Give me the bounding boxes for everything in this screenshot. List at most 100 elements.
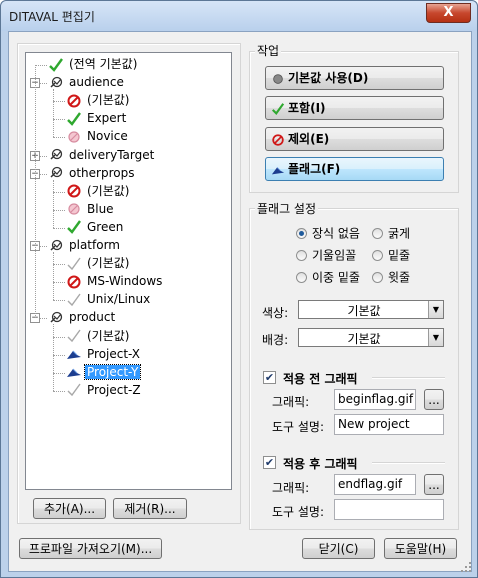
tree-item-label: (전역 기본값) [69,57,138,71]
radio-label: 이중 밑줄 [312,270,360,285]
color-combo[interactable]: 기본값 ▼ [298,300,444,319]
before-graphic-input[interactable]: beginflag.gif [334,389,416,410]
tree-connector [53,300,65,302]
tree-leaf[interactable]: Novice [66,128,130,145]
tree-item-label: Unix/Linux [87,292,151,307]
color-combo-value: 기본값 [347,304,381,318]
tree-node[interactable]: product [48,309,117,326]
radio-label: 밑줄 [388,248,411,263]
check-faded-icon [66,292,82,308]
tree-item-label: Project-X [87,346,141,361]
exclude-faded-icon [66,201,82,217]
check-faded-icon [66,256,82,272]
import-profile-button[interactable]: 프로파일 가져오기(M)... [19,538,162,559]
window-title: DITAVAL 편집기 [9,10,95,24]
help-button[interactable]: 도움말(H) [384,538,457,559]
tree-connector [53,191,65,193]
remove-button[interactable]: 제거(R)... [113,498,187,519]
chevron-down-icon[interactable]: ▼ [428,329,443,346]
tree-leaf[interactable]: Unix/Linux [66,291,152,308]
default-dot-icon [271,71,285,85]
tree-leaf[interactable]: (기본값) [66,255,131,272]
tree-leaf[interactable]: (기본값) [66,92,131,109]
radio-circle-icon[interactable] [372,250,383,261]
before-browse-button[interactable]: ... [424,389,444,410]
after-separator [372,462,445,464]
background-combo-value: 기본값 [347,332,381,346]
tree-leaf[interactable]: Blue [66,201,116,218]
after-graphic-input[interactable]: endflag.gif [334,474,416,495]
tree-leaf[interactable]: Project-Z [66,382,143,399]
tree-connector [53,101,65,103]
tree-leaf[interactable]: (기본값) [66,328,131,345]
style-radio-option[interactable]: 윗줄 [372,269,410,285]
radio-circle-icon[interactable] [296,228,307,239]
tree-node[interactable]: audience [48,74,126,91]
style-radio-option[interactable]: 굵게 [372,225,410,241]
before-tooltip-label: 도구 설명: [272,420,325,434]
after-tooltip-input[interactable] [334,499,444,520]
tree-item-label: audience [69,75,124,90]
tree-connector [53,137,65,139]
include-button[interactable]: 포함(I) [265,96,444,120]
after-graphic-label: 적용 후 그래픽 [283,457,358,471]
background-combo[interactable]: 기본값 ▼ [298,328,444,347]
exclude-icon [66,93,82,109]
exclude-button[interactable]: 제외(E) [265,127,444,151]
before-tooltip-input[interactable]: New project [334,414,444,435]
tree-item-label: Expert [87,111,127,126]
add-button[interactable]: 추가(A)... [33,498,106,519]
color-label: 색상: [262,306,289,320]
resize-grip-icon[interactable] [461,562,471,572]
check-icon [66,111,82,127]
tree-item-label: Blue [87,201,114,216]
profile-tree[interactable]: (전역 기본값) audience − (기본값) Expert Novice delive… [25,52,232,490]
title-bar[interactable]: DITAVAL 편집기 X [1,1,477,31]
background-label: 배경: [262,333,289,347]
group-icon [48,310,64,326]
flag-button[interactable]: 플래그(F) [265,157,444,181]
after-graphic-checkbox[interactable]: ✔ [263,456,276,469]
tree-connector [53,354,65,356]
tree-leaf[interactable]: Project-X [66,346,142,363]
use-default-button[interactable]: 기본값 사용(D) [265,66,444,90]
before-graphic-field-label: 그래픽: [272,395,310,409]
style-radio-option[interactable]: 기울임꼴 [296,247,356,263]
style-radio-option[interactable]: 밑줄 [372,247,410,263]
chevron-down-icon[interactable]: ▼ [428,301,443,318]
tree-connector [53,89,54,138]
style-radio-option[interactable]: 이중 밑줄 [296,269,360,285]
check-faded-icon [66,382,82,398]
tree-node[interactable]: otherprops [48,165,136,182]
tree-item-label: (기본값) [87,328,130,343]
tree-connector [53,227,65,229]
tree-connector [53,336,65,338]
before-graphic-checkbox[interactable]: ✔ [263,371,276,384]
radio-circle-icon[interactable] [372,228,383,239]
tree-leaf[interactable]: MS-Windows [66,273,164,290]
tree-leaf[interactable]: Green [66,219,125,236]
tree-connector [53,264,65,266]
tree-connector [53,390,65,392]
after-browse-button[interactable]: ... [424,474,444,495]
close-button[interactable]: 닫기(C) [302,538,375,559]
tree-node[interactable]: (전역 기본값) [48,56,139,73]
tree-item-label: (기본값) [87,256,130,271]
tree-connector [53,209,65,211]
tree-leaf[interactable]: Expert [66,110,128,127]
style-radio-option[interactable]: 장식 없음 [296,225,360,241]
flag-settings-group-label: 플래그 설정 [255,200,319,217]
tree-leaf[interactable]: Project-Y [66,363,142,381]
radio-circle-icon[interactable] [296,272,307,283]
radio-circle-icon[interactable] [296,250,307,261]
tree-connector [35,65,47,66]
group-icon [48,165,64,181]
tree-node[interactable]: platform [48,237,122,254]
tree-connector [53,119,65,121]
tree-leaf[interactable]: (기본값) [66,183,131,200]
close-window-button[interactable]: X [426,3,471,23]
radio-circle-icon[interactable] [372,272,383,283]
tree-item-label: Green [87,219,124,234]
flag-icon [271,162,285,176]
tree-node[interactable]: deliveryTarget [48,147,156,164]
